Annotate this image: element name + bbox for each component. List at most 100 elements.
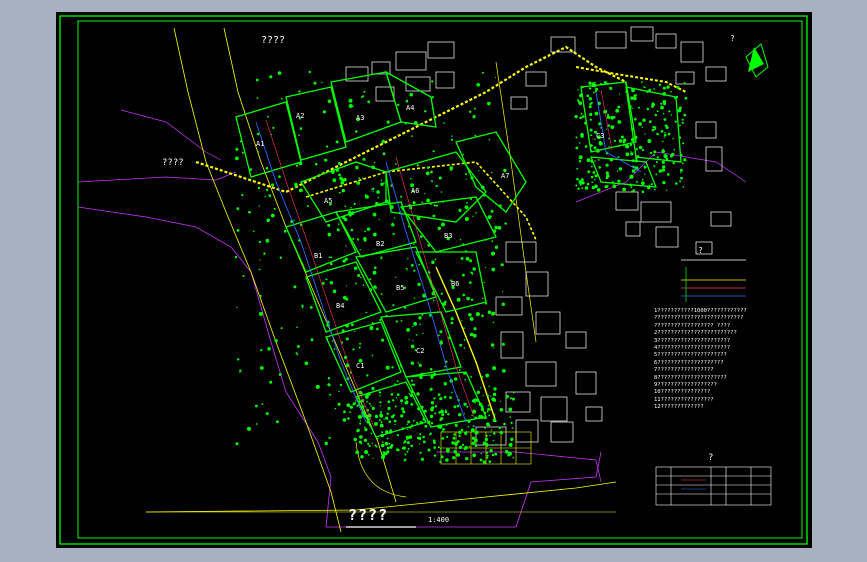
tree-mark (340, 181, 345, 185)
site-plan-drawing[interactable] (56, 12, 812, 548)
tree-mark (634, 117, 637, 121)
tree-mark (429, 368, 433, 371)
tree-mark (399, 364, 403, 367)
tree-mark (589, 112, 593, 117)
tree-mark (486, 410, 489, 413)
tree-mark (494, 225, 498, 230)
tree-mark (395, 276, 397, 278)
tree-mark (610, 125, 615, 129)
tree-mark (439, 330, 443, 334)
tree-mark (328, 256, 331, 258)
tree-mark (454, 377, 458, 381)
tree-mark (584, 121, 587, 125)
tree-mark (341, 189, 345, 193)
tree-mark (674, 120, 677, 123)
tree-mark (483, 281, 485, 284)
tree-mark (480, 407, 484, 412)
tree-mark (651, 128, 655, 132)
tree-mark (335, 168, 339, 172)
tree-mark (656, 110, 659, 112)
tree-mark (604, 185, 608, 189)
tree-mark (338, 223, 340, 225)
tree-mark (463, 413, 465, 415)
tree-mark (369, 424, 371, 427)
tree-mark (465, 178, 467, 180)
tree-mark (350, 228, 354, 232)
note-line: ?????????????????? ???? (654, 322, 731, 329)
tree-mark (241, 151, 244, 154)
tree-mark (508, 442, 513, 447)
tree-mark (663, 154, 668, 159)
tree-mark (395, 397, 398, 399)
tree-mark (404, 453, 407, 456)
tree-mark (412, 163, 414, 166)
tree-mark (684, 96, 688, 100)
note-line: 7????????????????? (654, 367, 714, 374)
tree-mark (368, 444, 371, 448)
tree-mark (386, 450, 390, 454)
tree-mark (635, 94, 638, 96)
tree-mark (371, 354, 374, 357)
tree-mark (485, 373, 490, 378)
tree-mark (509, 416, 512, 418)
tree-mark (357, 397, 360, 400)
plot-label: A7 (501, 172, 510, 180)
tree-mark (584, 145, 588, 148)
tree-mark (581, 85, 584, 89)
tree-mark (239, 369, 242, 372)
tree-mark (419, 323, 421, 326)
tree-mark (359, 249, 361, 251)
tree-mark (329, 393, 332, 396)
tree-mark (442, 200, 445, 203)
tree-mark (662, 92, 667, 96)
cad-model-viewport[interactable]: ???? ???? ???? 1:400 ? ? ? 1???????????1… (56, 12, 812, 548)
tree-mark (412, 325, 414, 328)
pipe-detail (681, 259, 746, 302)
tree-mark (405, 400, 408, 403)
tree-mark (413, 121, 418, 125)
tree-mark (632, 189, 636, 192)
tree-mark (679, 180, 682, 183)
tree-mark (315, 162, 318, 166)
tree-mark (499, 400, 502, 402)
tree-mark (471, 441, 476, 446)
tree-mark (376, 190, 380, 194)
tree-mark (630, 190, 634, 193)
tree-mark (586, 182, 590, 186)
tree-mark (511, 427, 514, 429)
tree-mark (465, 173, 467, 176)
tree-mark (449, 396, 452, 399)
tree-mark (456, 297, 461, 302)
tree-mark (392, 304, 395, 307)
tree-mark (351, 323, 354, 327)
tree-mark (444, 410, 448, 414)
tree-mark (664, 133, 667, 137)
tree-mark (396, 167, 399, 170)
tree-mark (368, 402, 371, 405)
tree-mark (462, 273, 465, 277)
tree-mark (479, 458, 483, 462)
tree-mark (437, 226, 441, 231)
tree-mark (492, 418, 497, 423)
tree-mark (681, 121, 684, 124)
tree-mark (667, 132, 671, 136)
tree-mark (456, 404, 460, 408)
tree-mark (435, 184, 438, 188)
tree-mark (630, 186, 633, 189)
tree-mark (462, 153, 465, 156)
tree-mark (402, 446, 406, 450)
tree-mark (413, 243, 415, 245)
tree-mark (456, 453, 460, 457)
tree-mark (419, 433, 422, 436)
tree-mark (617, 170, 619, 172)
tree-mark (487, 404, 490, 407)
tree-mark (482, 460, 486, 464)
tree-mark (646, 107, 649, 111)
tree-mark (380, 443, 385, 448)
tree-mark (268, 194, 272, 197)
tree-mark (468, 110, 472, 114)
tree-mark (266, 218, 270, 223)
tree-mark (298, 90, 301, 93)
tree-mark (424, 424, 428, 428)
tree-mark (344, 257, 348, 261)
